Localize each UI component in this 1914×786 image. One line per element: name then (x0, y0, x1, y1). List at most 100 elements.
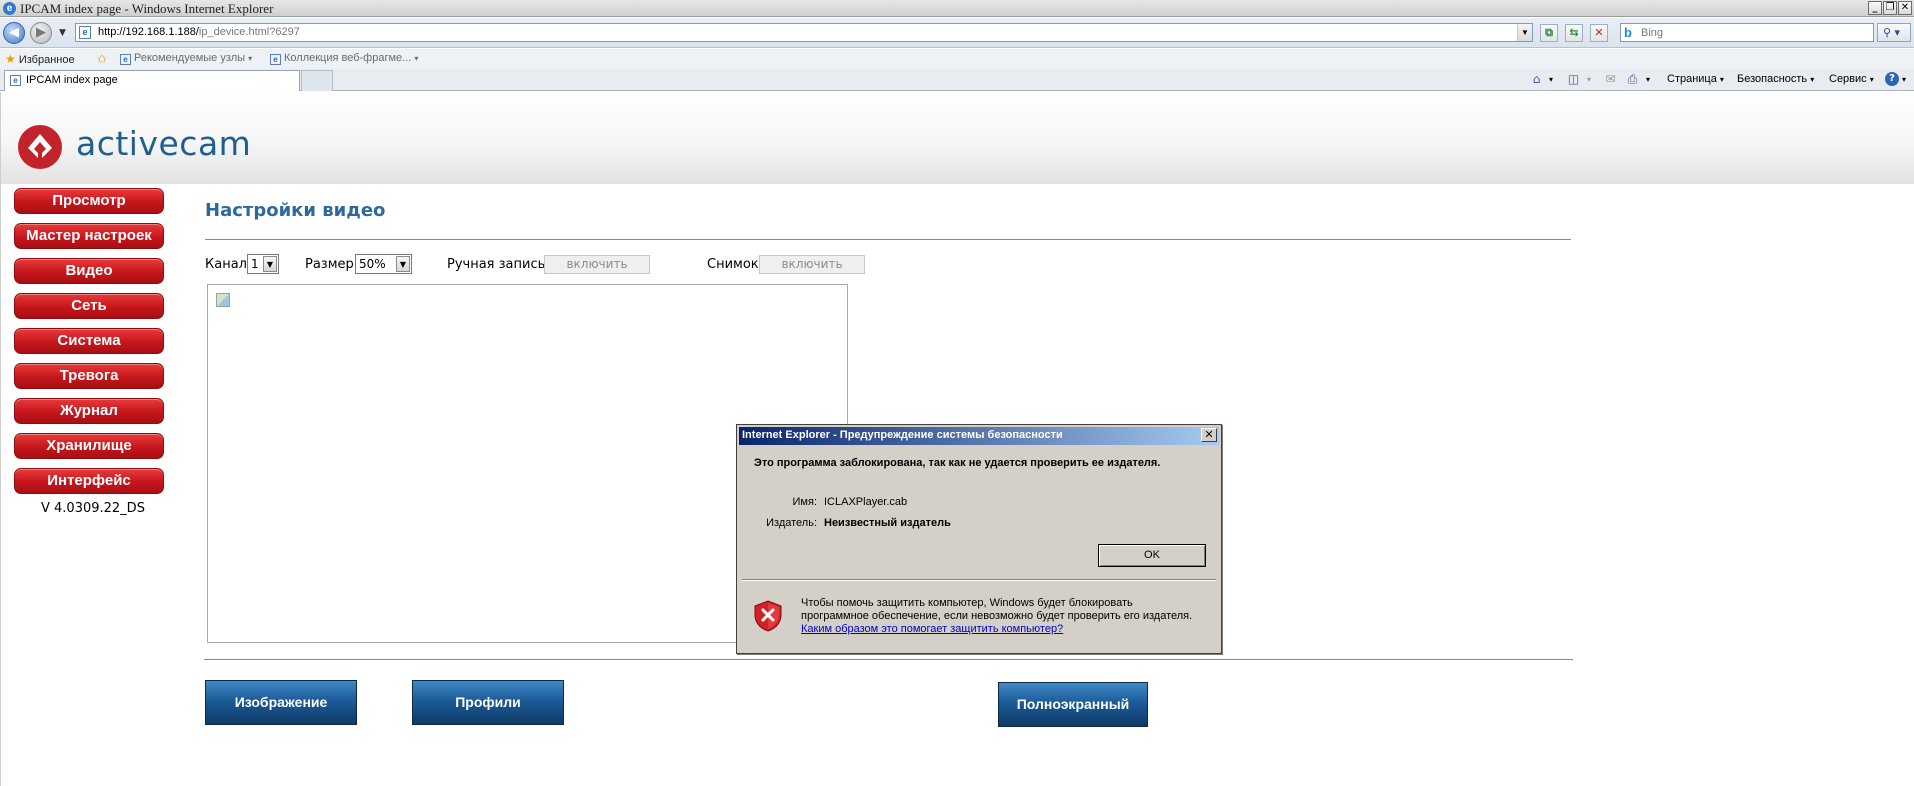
close-window-button[interactable]: ✕ (1898, 1, 1912, 15)
favorites-bar: ★ Избранное ✩ e Рекомендуемые узлы ▾ e Кол… (0, 49, 1914, 69)
manual-record-label: Ручная запись (447, 257, 546, 272)
favorites-item-label: Коллекция веб-фрагме... (284, 52, 412, 64)
chevron-down-icon: ▼ (396, 256, 410, 272)
channel-select[interactable]: 1 ▼ (247, 254, 279, 274)
header-band: activecam (1, 92, 1914, 184)
feeds-icon[interactable]: ◫ (1566, 72, 1581, 86)
search-box[interactable]: b (1620, 23, 1874, 42)
forward-button[interactable]: ▶ (30, 22, 52, 44)
size-value: 50% (359, 257, 386, 271)
snapshot-label: Снимок (707, 257, 759, 272)
print-icon[interactable]: ⎙ (1625, 72, 1640, 86)
channel-label: Канал (205, 257, 247, 272)
home-icon[interactable]: ⌂ (1529, 72, 1544, 86)
back-button[interactable]: ◀ (3, 22, 25, 44)
favorites-item-suggested-sites[interactable]: e Рекомендуемые узлы ▾ (120, 52, 252, 65)
chevron-down-icon: ▼ (263, 256, 277, 272)
name-label: Имя: (792, 496, 817, 508)
dialog-titlebar: Internet Explorer - Предупреждение систе… (739, 427, 1219, 445)
title-divider (205, 239, 1571, 240)
compatibility-view-icon[interactable]: ⧉ (1540, 24, 1558, 42)
url-host: http://192.168.1.188/ (98, 26, 199, 38)
tab-bar: e IPCAM index page ⌂ ▾ ◫ ▾ ✉ ⎙ ▾ Страниц… (0, 69, 1914, 91)
size-select[interactable]: 50% ▼ (355, 254, 412, 274)
tab-label: IPCAM index page (26, 74, 118, 86)
broken-image-icon (216, 293, 230, 307)
profiles-button[interactable]: Профили (412, 680, 564, 725)
star-icon: ★ (5, 52, 16, 66)
search-input[interactable] (1641, 25, 1861, 40)
brand-logo-text: activecam (76, 124, 252, 163)
window-title: IPCAM index page - Windows Internet Expl… (20, 1, 274, 16)
security-shield-icon (754, 600, 782, 632)
internet-explorer-icon: e (3, 2, 16, 15)
sidebar-item-alarm[interactable]: Тревога (14, 363, 164, 389)
help-icon[interactable]: ? (1885, 72, 1899, 86)
recent-pages-dropdown[interactable]: ▼ (59, 28, 66, 38)
add-to-favorites-bar-icon[interactable]: ✩ (97, 52, 107, 66)
bottom-divider (204, 659, 1573, 660)
refresh-icon[interactable]: ⇆ (1565, 24, 1583, 42)
address-url[interactable]: http://192.168.1.188/ip_device.html?6297 (98, 26, 300, 38)
page-title: Настройки видео (205, 200, 386, 221)
favorites-item-web-slice-gallery[interactable]: e Коллекция веб-фрагме... ▾ (270, 52, 418, 65)
chevron-down-icon: ▾ (414, 54, 419, 63)
sidebar-item-system[interactable]: Система (14, 328, 164, 354)
page-menu[interactable]: Страница ▾ (1667, 73, 1724, 85)
new-tab-button[interactable] (301, 70, 333, 91)
dialog-close-button[interactable]: ✕ (1201, 428, 1217, 442)
dialog-title: Internet Explorer - Предупреждение систе… (742, 429, 1063, 441)
dialog-heading: Это программа заблокирована, так как не … (754, 457, 1161, 469)
sidebar-item-video[interactable]: Видео (14, 258, 164, 284)
minimize-button[interactable]: _ (1868, 1, 1882, 15)
sidebar-item-log[interactable]: Журнал (14, 398, 164, 424)
page-icon: e (10, 75, 21, 86)
page-icon: e (270, 54, 281, 65)
address-bar[interactable]: e http://192.168.1.188/ip_device.html?62… (75, 23, 1533, 42)
snapshot-button[interactable]: включить (759, 255, 865, 274)
stop-icon[interactable]: ✕ (1590, 24, 1608, 42)
mail-icon[interactable]: ✉ (1603, 72, 1618, 86)
dialog-note-line-1: Чтобы помочь защитить компьютер, Windows… (801, 597, 1133, 609)
sidebar-item-storage[interactable]: Хранилище (14, 433, 164, 459)
sidebar-item-view[interactable]: Просмотр (14, 188, 164, 214)
manual-record-button[interactable]: включить (544, 255, 650, 274)
channel-value: 1 (251, 257, 259, 271)
chevron-down-icon: ▾ (248, 54, 253, 63)
print-dropdown[interactable]: ▾ (1646, 73, 1650, 85)
favorites-item-label: Рекомендуемые узлы (134, 52, 246, 64)
tab-ipcam-index[interactable]: e IPCAM index page (4, 70, 300, 91)
name-value: ICLAXPlayer.cab (824, 496, 908, 508)
address-toolbar: ◀ ▶ ▼ e http://192.168.1.188/ip_device.h… (0, 18, 1914, 48)
publisher-label: Издатель: (766, 517, 817, 529)
image-button[interactable]: Изображение (205, 680, 357, 725)
page-icon: e (79, 26, 91, 39)
help-dropdown[interactable]: ▾ (1902, 73, 1906, 85)
feeds-dropdown[interactable]: ▾ (1587, 73, 1591, 85)
dialog-separator (742, 579, 1216, 581)
publisher-value: Неизвестный издатель (824, 517, 951, 529)
search-button[interactable]: ⚲ ▾ (1877, 23, 1911, 42)
sidebar-item-network[interactable]: Сеть (14, 293, 164, 319)
activecam-logo-icon (18, 125, 62, 169)
restore-button[interactable]: ❐ (1883, 1, 1897, 15)
favorites-button[interactable]: ★ Избранное (5, 52, 75, 66)
ok-button[interactable]: OK (1098, 544, 1206, 567)
address-dropdown-button[interactable]: ▼ (1517, 24, 1532, 41)
firmware-version: V 4.0309.22_DS (41, 501, 145, 516)
window-titlebar: e IPCAM index page - Windows Internet Ex… (0, 0, 1914, 17)
bing-icon: b (1624, 25, 1632, 40)
sidebar-item-interface[interactable]: Интерфейс (14, 468, 164, 494)
page-icon: e (120, 54, 131, 65)
home-dropdown[interactable]: ▾ (1549, 73, 1553, 85)
safety-menu[interactable]: Безопасность ▾ (1737, 73, 1814, 85)
help-link[interactable]: Каким образом это помогает защитить комп… (801, 623, 1063, 635)
dialog-note-line-2: программное обеспечение, если невозможно… (801, 610, 1193, 622)
url-path: ip_device.html?6297 (198, 26, 300, 38)
sidebar-item-setup-wizard[interactable]: Мастер настроек (14, 223, 164, 249)
security-warning-dialog: Internet Explorer - Предупреждение систе… (736, 424, 1222, 654)
favorites-label: Избранное (18, 54, 75, 66)
tools-menu[interactable]: Сервис ▾ (1829, 73, 1874, 85)
size-label: Размер (305, 257, 354, 272)
fullscreen-button[interactable]: Полноэкранный (998, 682, 1148, 727)
